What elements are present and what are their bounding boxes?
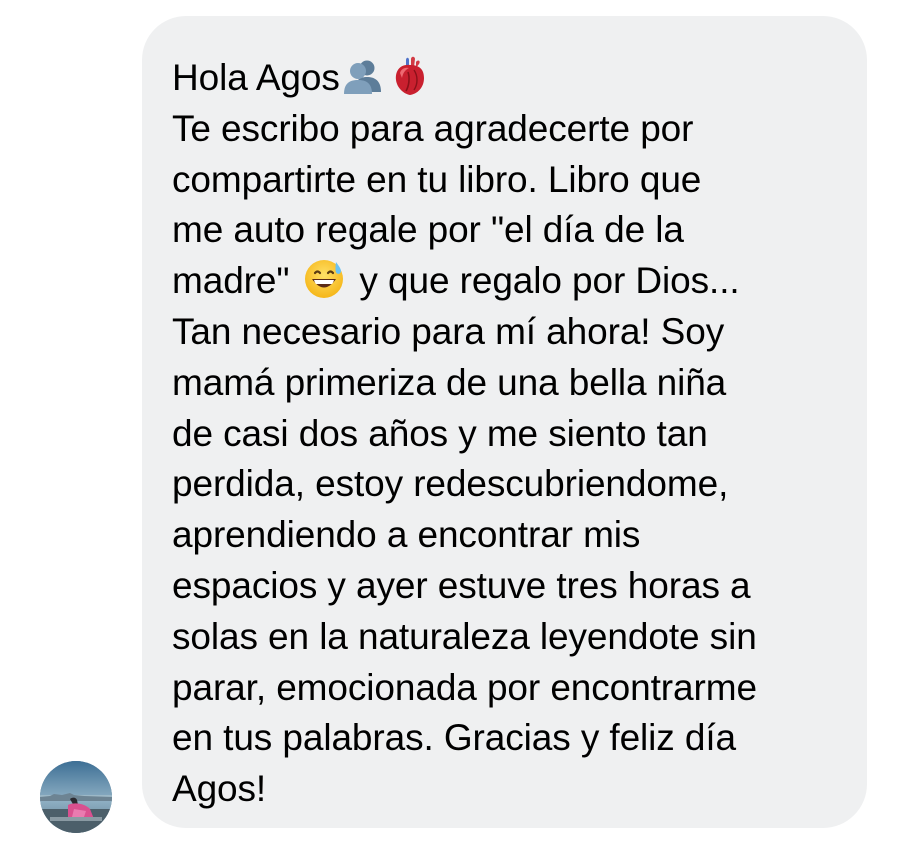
message-line-1: Te escribo para agradecerte por [172, 107, 694, 149]
profile-photo-icon [40, 761, 112, 833]
avatar[interactable] [40, 761, 112, 833]
message-bubble[interactable]: Hola Agos Te escribo para agradecerte po… [142, 16, 867, 828]
message-line-5: Tan necesario para mí ahora! Soy [172, 310, 725, 352]
message-line-7: de casi dos años y me siento tan [172, 412, 708, 454]
anatomical-heart-icon [392, 56, 428, 96]
message-line-12: parar, emocionada por encontrarme [172, 666, 757, 708]
message-line-4b: y que regalo por Dios... [359, 260, 740, 302]
message-line-9: aprendiendo a encontrar mis [172, 514, 641, 556]
chat-thread: Hola Agos Te escribo para agradecerte po… [0, 0, 900, 860]
message-line-14: Agos! [172, 768, 267, 810]
message-line-8: perdida, estoy redescubriendome, [172, 463, 729, 505]
grinning-face-with-sweat-icon [303, 258, 345, 300]
message-line-6: mamá primeriza de una bella niña [172, 361, 727, 403]
message-line-3: me auto regale por "el día de la [172, 209, 684, 251]
message-line-greeting: Hola Agos [172, 53, 867, 104]
message-line-4a: madre" [172, 260, 290, 302]
message-line-4: madre" y que regalo por Dios... [172, 256, 867, 307]
message-line-13: en tus palabras. Gracias y feliz día [172, 717, 737, 759]
greeting-text: Hola Agos [172, 57, 340, 98]
message-line-10: espacios y ayer estuve tres horas a [172, 564, 751, 606]
message-line-2: compartirte en tu libro. Libro que [172, 158, 702, 200]
message-line-11: solas en la naturaleza leyendote sin [172, 615, 757, 657]
busts-in-silhouette-icon [340, 56, 384, 96]
